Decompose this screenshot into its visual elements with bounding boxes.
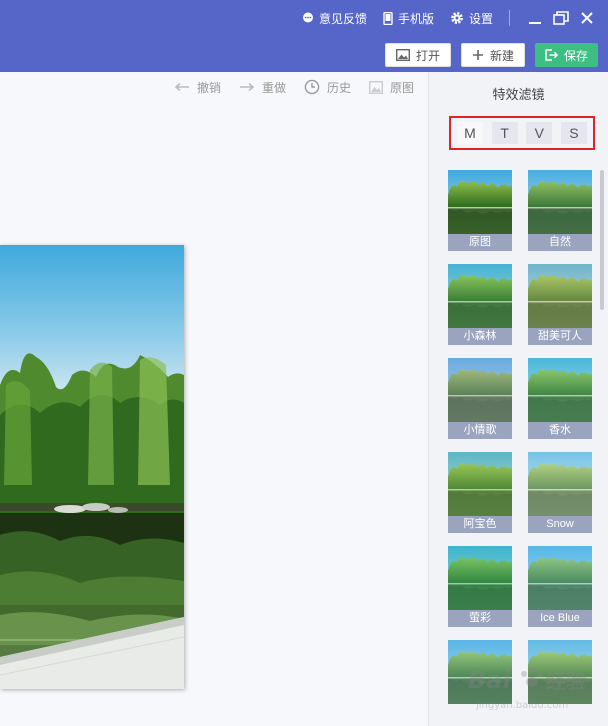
svg-text:Bai: Bai xyxy=(468,666,511,694)
close-icon xyxy=(581,12,593,24)
filter-thumb-ice-blue[interactable]: Ice Blue xyxy=(528,546,592,628)
scrollbar-thumb[interactable] xyxy=(600,170,604,310)
undo-label: 撤销 xyxy=(196,80,221,95)
mobile-label: 手机版 xyxy=(397,11,434,26)
filter-thumb-love-song[interactable]: 小情歌 xyxy=(448,358,512,440)
top-bar: 意见反馈 手机版 设置 打开 新建 保存 xyxy=(0,0,608,72)
minimize-icon xyxy=(529,22,541,24)
settings-link[interactable]: 设置 xyxy=(450,10,493,27)
gear-icon xyxy=(451,12,463,24)
filter-preview-image xyxy=(448,170,512,234)
filter-thumb-snow[interactable]: Snow xyxy=(528,452,592,534)
filter-thumb-original[interactable]: 原图 xyxy=(448,170,512,252)
clock-icon xyxy=(304,79,320,95)
filter-thumb-forest[interactable]: 小森林 xyxy=(448,264,512,346)
close-button[interactable] xyxy=(576,8,598,28)
filter-preview-image xyxy=(528,264,592,328)
filter-label: 甜美可人 xyxy=(528,328,592,345)
filter-category-tabs: M T V S xyxy=(449,116,595,150)
filter-thumb-firefly[interactable]: 萤彩 xyxy=(448,546,512,628)
filter-preview-image xyxy=(448,452,512,516)
file-actions: 打开 新建 保存 xyxy=(375,43,598,67)
export-icon xyxy=(545,49,558,61)
filter-thumb-natural[interactable]: 自然 xyxy=(528,170,592,252)
svg-text:经验: 经验 xyxy=(546,669,586,693)
original-label: 原图 xyxy=(389,80,414,95)
tab-s[interactable]: S xyxy=(560,122,587,144)
filter-thumb-perfume[interactable]: 香水 xyxy=(528,358,592,440)
redo-button[interactable]: 重做 xyxy=(239,79,286,96)
minimize-button[interactable] xyxy=(524,8,546,28)
feedback-label: 意见反馈 xyxy=(318,11,367,26)
lake-photo-image xyxy=(0,245,184,689)
watermark-logo: Bai 经验 jingyan.baidu.com xyxy=(468,660,598,720)
phone-icon xyxy=(383,11,393,25)
filter-preview-image xyxy=(528,452,592,516)
tab-t[interactable]: T xyxy=(491,122,518,144)
paw-icon: Bai 经验 jingyan.baidu.com xyxy=(468,666,586,711)
open-label: 打开 xyxy=(415,48,440,63)
filter-label: 原图 xyxy=(448,234,512,251)
filter-preview-image xyxy=(528,546,592,610)
scrollbar[interactable] xyxy=(600,168,605,724)
image-icon xyxy=(395,49,410,61)
filter-preview-image xyxy=(448,546,512,610)
feedback-link[interactable]: 意见反馈 xyxy=(302,10,367,27)
filter-label: 小森林 xyxy=(448,328,512,345)
filter-label: Ice Blue xyxy=(528,610,592,627)
undo-button[interactable]: 撤销 xyxy=(174,79,221,96)
history-label: 历史 xyxy=(326,80,351,95)
arrow-left-icon xyxy=(174,82,189,92)
history-button[interactable]: 历史 xyxy=(304,79,351,96)
edit-toolbar: 撤销 重做 历史 原图 xyxy=(156,78,414,96)
redo-label: 重做 xyxy=(261,80,286,95)
original-button[interactable]: 原图 xyxy=(368,79,414,96)
tab-m[interactable]: M xyxy=(457,122,483,144)
mobile-link[interactable]: 手机版 xyxy=(383,10,434,27)
settings-label: 设置 xyxy=(468,11,493,26)
tab-v[interactable]: V xyxy=(526,122,553,144)
filter-preview-image xyxy=(448,264,512,328)
filter-thumb-abao[interactable]: 阿宝色 xyxy=(448,452,512,534)
filter-thumb-sweet[interactable]: 甜美可人 xyxy=(528,264,592,346)
arrow-right-icon xyxy=(239,82,255,92)
save-label: 保存 xyxy=(563,48,588,63)
new-button[interactable]: 新建 xyxy=(460,43,525,67)
filter-label: 萤彩 xyxy=(448,610,512,627)
restore-icon xyxy=(553,11,569,25)
filter-panel: 特效滤镜 M T V S 原图 自然 小森林 甜美可人 小情歌 香水 阿宝色 S… xyxy=(428,72,608,726)
filter-preview-image xyxy=(448,358,512,422)
filter-label: Snow xyxy=(528,516,592,533)
divider xyxy=(509,10,510,26)
filter-label: 小情歌 xyxy=(448,422,512,439)
svg-text:jingyan.baidu.com: jingyan.baidu.com xyxy=(475,700,568,711)
open-button[interactable]: 打开 xyxy=(384,43,451,67)
top-links: 意见反馈 手机版 设置 xyxy=(302,8,608,28)
chat-bubble-icon xyxy=(302,12,313,23)
filter-label: 自然 xyxy=(528,234,592,251)
restore-button[interactable] xyxy=(550,8,572,28)
canvas-area: 撤销 重做 历史 原图 xyxy=(0,72,428,726)
plus-icon xyxy=(472,50,483,60)
picture-icon xyxy=(368,80,383,94)
panel-title: 特效滤镜 xyxy=(492,87,545,102)
edited-photo[interactable] xyxy=(0,245,184,689)
filter-label: 香水 xyxy=(528,422,592,439)
filter-preview-image xyxy=(528,358,592,422)
save-button[interactable]: 保存 xyxy=(534,43,598,67)
filter-label: 阿宝色 xyxy=(448,516,512,533)
filter-preview-image xyxy=(528,170,592,234)
new-label: 新建 xyxy=(489,48,514,63)
